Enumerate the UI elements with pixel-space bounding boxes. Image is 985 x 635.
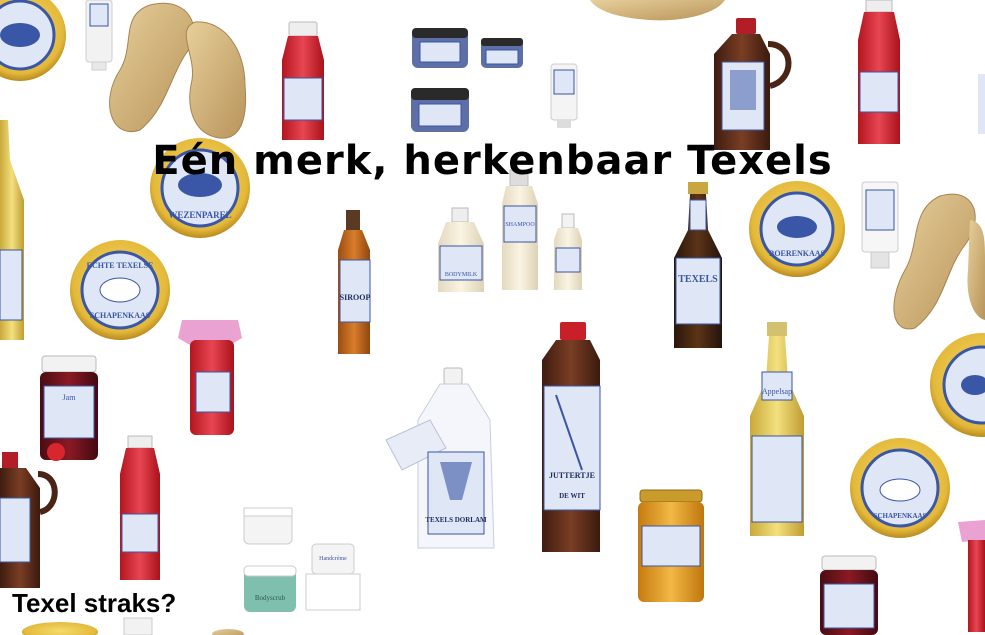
cream-tube-top: [85, 0, 113, 71]
cream-tube-right: [861, 181, 899, 269]
small-tube-top: [550, 63, 578, 128]
bodymilk-bottle: BODYMILK: [438, 207, 484, 292]
dorlam-label: TEXELS DORLAM: [425, 516, 487, 524]
shampoo-label: SHAMPOO: [505, 222, 535, 228]
cheese-wheel-right-edge: [930, 333, 985, 437]
cream-jars-top: [411, 28, 523, 132]
jutterje-label: JUTTERTJE: [549, 471, 595, 480]
siroop-label: SIROOP: [340, 293, 371, 302]
cheese-wheel-schapenkaas-left: ECHTE TEXELSE SCHAPENKAAS: [70, 240, 170, 340]
jam-jar-bottom-right: [820, 555, 878, 635]
bodyscrub-label: Bodyscrub: [255, 594, 286, 602]
bodymilk-label: BODYMILK: [445, 272, 478, 278]
honey-jar: [638, 489, 704, 602]
jam-label: Jam: [63, 393, 77, 402]
shampoo-bottle: SHAMPOO: [502, 169, 538, 290]
cheese-wheel-schapenkaas-right: SCHAPENKAAS: [850, 438, 950, 538]
red-juice-bottle-top: [282, 21, 324, 140]
siroop-bottle: SIROOP: [338, 210, 371, 354]
texels-beer-bottle: TEXELS: [674, 182, 722, 348]
apple-juice-bottle: Appelsap: [750, 322, 804, 536]
insoles-top-left: [109, 2, 247, 139]
boerenkaas-label: BOERENKAAS: [769, 249, 826, 258]
dorlam-bottle: TEXELS DORLAM: [385, 367, 495, 549]
product-collage: WEZENPAREL ECHTE TEXELSE SCHAPENKAAS Jam…: [0, 0, 985, 635]
brown-jug-bottom-left: [0, 452, 58, 588]
de-wit-label: DE WIT: [559, 492, 585, 500]
edge-item-right: [978, 74, 985, 134]
wezenpareltje-label: WEZENPAREL: [168, 210, 231, 220]
gift-bottle-right-edge: [958, 520, 985, 632]
cheese-wheel-top-left: [0, 0, 66, 81]
tube-sliver-bottom: [123, 617, 153, 635]
schapenkaas-right-label: SCHAPENKAAS: [874, 512, 927, 520]
insole-top-center: [590, 0, 725, 21]
brown-jug-top: [714, 18, 792, 150]
gift-bottles: [178, 320, 242, 435]
cheese-sliver-bottom: [22, 622, 98, 635]
red-juice-bottle-bottom: [120, 435, 160, 580]
insole-sliver-bottom: [212, 629, 244, 635]
red-juice-bottle-top-right: [858, 0, 900, 144]
question-text: Texel straks?: [12, 588, 177, 618]
handcreme-label: Handcrème: [319, 556, 347, 562]
schapenkaas-label: SCHAPENKAAS: [90, 311, 151, 320]
small-lotion-bottle: [554, 213, 582, 290]
cream-jars-bottom: Bodyscrub Handcrème: [243, 507, 361, 612]
insoles-right: [893, 193, 985, 330]
cheese-wheel-boerenkaas: BOERENKAAS: [749, 181, 845, 277]
echte-texelse-label: ECHTE TEXELSE: [87, 261, 154, 270]
headline: Eén merk, herkenbaar Texels: [152, 138, 833, 184]
jam-jar-left: Jam: [40, 355, 98, 461]
appelsap-label: Appelsap: [762, 387, 792, 396]
jutterje-bottle: JUTTERTJE DE WIT: [542, 322, 601, 552]
texels-beer-label: TEXELS: [678, 274, 718, 285]
